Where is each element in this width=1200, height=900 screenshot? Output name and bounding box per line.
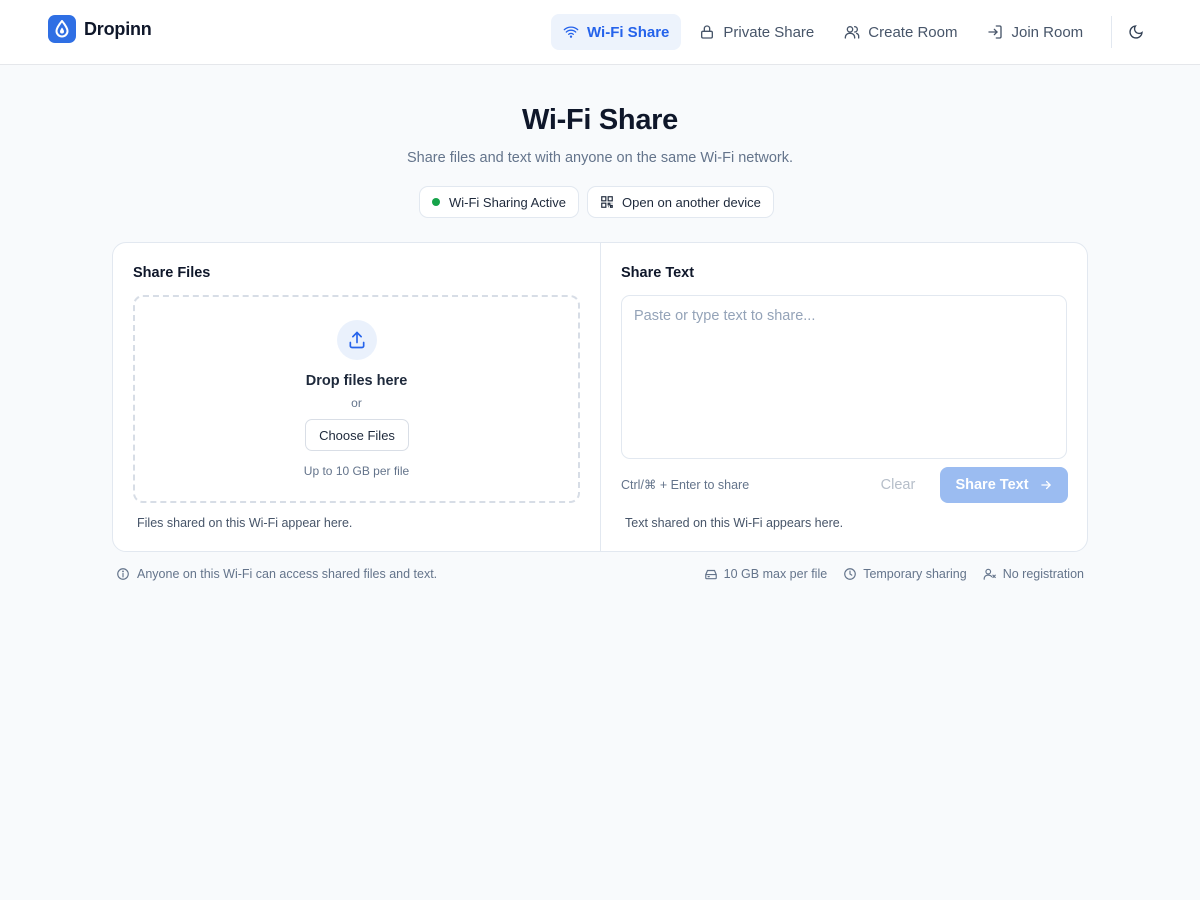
keyboard-shortcut-hint: Ctrl/⌘ + Enter to share bbox=[621, 478, 750, 492]
nav-divider bbox=[1111, 16, 1112, 48]
choose-files-button[interactable]: Choose Files bbox=[305, 419, 409, 451]
share-files-title: Share Files bbox=[133, 265, 211, 281]
open-other-device-button[interactable]: Open on another device bbox=[587, 186, 774, 218]
nav-join-room[interactable]: Join Room bbox=[975, 14, 1095, 50]
feature-label: Temporary sharing bbox=[863, 567, 967, 581]
share-text-button[interactable]: Share Text bbox=[940, 467, 1068, 503]
main-nav: Wi-Fi Share Private Share Create Room Jo… bbox=[551, 14, 1101, 50]
theme-toggle-button[interactable] bbox=[1122, 18, 1150, 46]
qr-code-icon bbox=[601, 196, 613, 208]
share-text-label: Share Text bbox=[955, 477, 1029, 493]
drop-files-heading: Drop files here bbox=[305, 373, 408, 389]
nav-label: Wi-Fi Share bbox=[587, 23, 670, 41]
feature-temporary: Temporary sharing bbox=[843, 567, 967, 581]
notice-text: Anyone on this Wi-Fi can access shared f… bbox=[137, 567, 438, 581]
feature-label: No registration bbox=[1002, 567, 1084, 581]
arrow-right-icon bbox=[1040, 480, 1051, 490]
clock-icon bbox=[844, 568, 857, 580]
status-dot-icon bbox=[432, 198, 440, 206]
share-text-title: Share Text bbox=[621, 265, 695, 281]
info-icon bbox=[117, 568, 129, 580]
wifi-status-label: Wi-Fi Sharing Active bbox=[449, 194, 567, 210]
feature-list: 10 GB max per file Temporary sharing No … bbox=[688, 567, 1084, 581]
login-icon bbox=[988, 25, 1003, 39]
wifi-access-notice: Anyone on this Wi-Fi can access shared f… bbox=[116, 567, 437, 581]
feature-size-limit: 10 GB max per file bbox=[704, 567, 828, 581]
files-empty-hint: Files shared on this Wi-Fi appear here. bbox=[137, 516, 353, 530]
drive-icon bbox=[704, 569, 717, 580]
share-card: Share Files Drop files here or Choose Fi… bbox=[112, 242, 1088, 552]
share-text-input[interactable] bbox=[621, 295, 1067, 459]
wifi-icon bbox=[563, 26, 579, 38]
lock-icon bbox=[701, 25, 714, 39]
nav-wifi-share[interactable]: Wi-Fi Share bbox=[551, 14, 682, 50]
nav-label: Create Room bbox=[868, 23, 958, 41]
column-divider bbox=[600, 243, 601, 551]
feature-no-registration: No registration bbox=[983, 567, 1084, 581]
drop-or-text: or bbox=[351, 396, 362, 410]
nav-private-share[interactable]: Private Share bbox=[687, 14, 826, 50]
page-title: Wi-Fi Share bbox=[522, 104, 678, 136]
text-empty-hint: Text shared on this Wi-Fi appears here. bbox=[625, 516, 844, 530]
top-navbar: Dropinn Wi-Fi Share Private Share Create… bbox=[0, 0, 1200, 65]
open-other-device-label: Open on another device bbox=[622, 194, 761, 210]
upload-icon bbox=[337, 320, 377, 360]
droplet-logo-icon bbox=[48, 15, 76, 43]
feature-label: 10 GB max per file bbox=[723, 567, 828, 581]
file-size-limit: Up to 10 GB per file bbox=[303, 464, 410, 478]
users-icon bbox=[844, 26, 860, 39]
brand-logo[interactable]: Dropinn bbox=[48, 15, 152, 43]
nav-label: Private Share bbox=[723, 23, 815, 41]
nav-label: Join Room bbox=[1011, 23, 1084, 41]
moon-icon bbox=[1129, 25, 1143, 39]
nav-create-room[interactable]: Create Room bbox=[832, 14, 969, 50]
status-pills: Wi-Fi Sharing Active Open on another dev… bbox=[419, 186, 774, 218]
brand-name: Dropinn bbox=[84, 18, 152, 39]
page-subtitle: Share files and text with anyone on the … bbox=[406, 150, 794, 166]
user-x-icon bbox=[983, 568, 996, 580]
wifi-status-badge: Wi-Fi Sharing Active bbox=[419, 186, 580, 218]
clear-button[interactable]: Clear bbox=[868, 469, 928, 501]
file-dropzone[interactable]: Drop files here or Choose Files Up to 10… bbox=[133, 295, 580, 503]
